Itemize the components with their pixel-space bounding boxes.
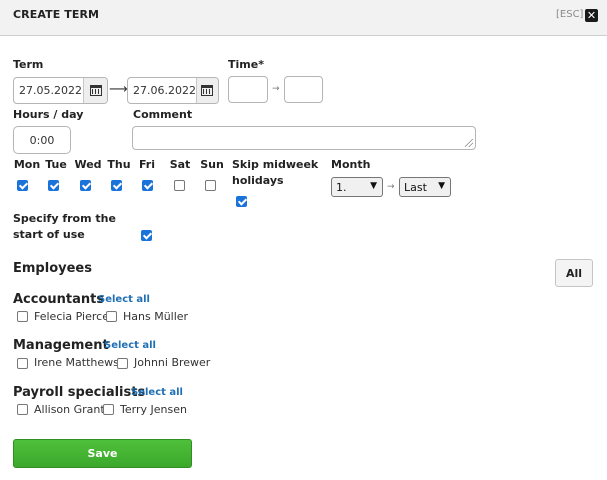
date-from-field[interactable]: 27.05.2022 [13,77,108,104]
date-range-arrow: ⟶ [109,82,128,97]
date-from-value: 27.05.2022 [19,84,82,97]
day-label-mon: Mon [13,158,41,171]
employee-name: Felecia Pierce [34,310,109,323]
checkbox-sat[interactable] [174,180,185,191]
month-from-value: 1. [336,180,347,194]
checkbox-employee[interactable] [17,311,28,322]
day-label-thu: Thu [107,158,131,171]
time-label: Time* [228,58,264,71]
specify-start-label-line2: start of use [13,228,85,241]
date-to-value: 27.06.2022 [133,84,196,97]
calendar-icon[interactable] [195,78,218,103]
checkbox-employee[interactable] [117,358,128,369]
time-to-input[interactable] [284,76,323,103]
chevron-down-icon: ▼ [370,181,377,191]
day-label-sun: Sun [200,158,224,171]
comment-label: Comment [133,108,193,121]
month-label: Month [331,158,371,171]
checkbox-wed[interactable] [80,180,91,191]
select-all-payroll-specialists[interactable]: Select all [131,387,183,398]
checkbox-sun[interactable] [205,180,216,191]
dialog-title: CREATE TERM [13,8,100,21]
all-button[interactable]: All [555,259,593,287]
month-from-select[interactable]: 1. ▼ [331,177,383,197]
employee-name: Irene Matthews [34,356,119,369]
checkbox-employee[interactable] [17,358,28,369]
checkbox-skip-holidays[interactable] [236,196,247,207]
checkbox-employee[interactable] [106,311,117,322]
comment-textarea[interactable] [132,126,476,150]
skip-holidays-label-line2: holidays [232,174,284,187]
checkbox-mon[interactable] [17,180,28,191]
specify-start-label: Specify from the [13,212,116,225]
day-label-tue: Tue [45,158,67,171]
hours-label: Hours / day [13,108,84,121]
day-label-fri: Fri [138,158,155,171]
term-label: Term [13,58,44,71]
checkbox-tue[interactable] [48,180,59,191]
employee-name: Johnni Brewer [134,356,211,369]
group-title-accountants: Accountants [13,292,105,307]
employee-name: Terry Jensen [120,403,187,416]
checkbox-employee[interactable] [103,404,114,415]
checkbox-fri[interactable] [142,180,153,191]
month-to-value: Last [404,180,427,194]
calendar-icon[interactable] [83,78,107,103]
select-all-management[interactable]: Select all [104,340,156,351]
chevron-down-icon: ▼ [438,181,445,191]
skip-holidays-label: Skip midweek [232,158,319,171]
employee-name: Allison Grant [34,403,105,416]
time-range-arrow: → [272,84,280,94]
checkbox-employee[interactable] [17,404,28,415]
date-to-field[interactable]: 27.06.2022 [127,77,219,104]
hours-input[interactable]: 0:00 [13,126,71,154]
group-title-management: Management [13,338,109,353]
dialog-header: CREATE TERM [ESC] ✕ [0,0,607,36]
time-from-input[interactable] [228,76,268,103]
month-range-arrow: → [387,182,395,192]
save-button[interactable]: Save [13,439,192,468]
group-title-payroll-specialists: Payroll specialists [13,385,146,400]
close-icon[interactable]: ✕ [585,9,598,22]
day-label-sat: Sat [169,158,191,171]
employees-title: Employees [13,261,92,276]
checkbox-specify-start[interactable] [141,230,152,241]
select-all-accountants[interactable]: Select all [98,294,150,305]
esc-hint: [ESC] [556,9,584,20]
month-to-select[interactable]: Last ▼ [399,177,451,197]
employee-name: Hans Müller [123,310,189,323]
checkbox-thu[interactable] [111,180,122,191]
day-label-wed: Wed [74,158,102,171]
